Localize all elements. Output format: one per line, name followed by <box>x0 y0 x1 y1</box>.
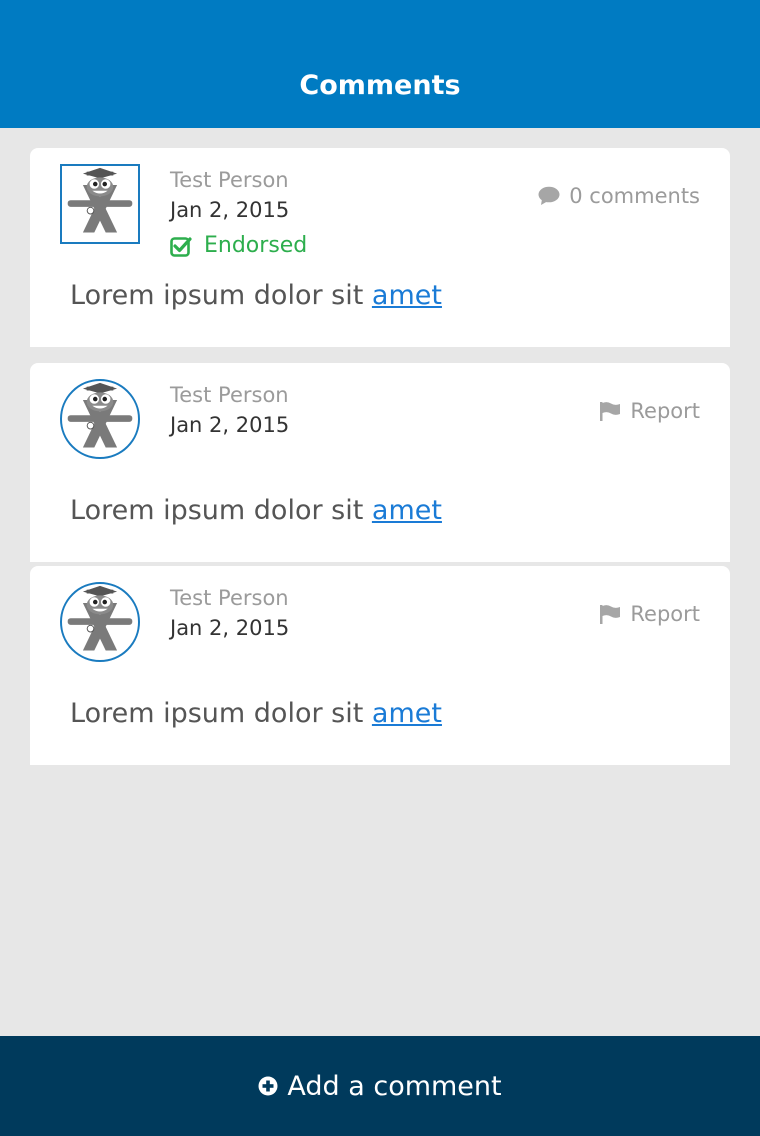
comments-count-link[interactable]: 0 comments <box>538 184 700 208</box>
comment-body-text: Lorem ipsum dolor sit <box>70 280 372 311</box>
comment-body-text: Lorem ipsum dolor sit <box>70 495 372 526</box>
add-comment-label: Add a comment <box>287 1070 502 1102</box>
avatar[interactable] <box>60 379 140 459</box>
flag-icon <box>600 402 621 421</box>
flag-icon <box>600 605 621 624</box>
speech-bubble-icon <box>538 186 560 205</box>
comment-body: Lorem ipsum dolor sit amet <box>70 698 442 729</box>
comment-date: Jan 2, 2015 <box>170 198 290 222</box>
endorsed-label: Endorsed <box>204 233 308 258</box>
mascot-avatar-icon <box>67 167 133 233</box>
avatar[interactable] <box>60 164 140 244</box>
comment-body-text: Lorem ipsum dolor sit <box>70 698 372 729</box>
comment-date: Jan 2, 2015 <box>170 413 290 437</box>
comments-count-label: 0 comments <box>569 184 700 208</box>
comment-card: Test Person Jan 2, 2015 Report Lorem ips… <box>30 363 730 562</box>
comment-body-link[interactable]: amet <box>372 495 442 526</box>
comment-card: Test Person Jan 2, 2015 Endorsed 0 comme… <box>30 148 730 347</box>
page-title: Comments <box>299 70 461 101</box>
comment-author[interactable]: Test Person <box>170 168 289 192</box>
endorsed-badge: Endorsed <box>170 233 307 258</box>
app-header: Comments <box>0 0 760 128</box>
report-button[interactable]: Report <box>599 399 700 423</box>
comment-author[interactable]: Test Person <box>170 586 289 610</box>
add-comment-button[interactable]: Add a comment <box>0 1036 760 1136</box>
mascot-avatar-icon <box>67 382 133 448</box>
comment-date: Jan 2, 2015 <box>170 616 290 640</box>
report-label: Report <box>630 602 700 626</box>
comment-body: Lorem ipsum dolor sit amet <box>70 495 442 526</box>
comment-card: Test Person Jan 2, 2015 Report Lorem ips… <box>30 566 730 765</box>
comment-body-link[interactable]: amet <box>372 280 442 311</box>
mascot-avatar-icon <box>67 585 133 651</box>
comment-author[interactable]: Test Person <box>170 383 289 407</box>
plus-circle-icon <box>258 1076 278 1096</box>
comment-body: Lorem ipsum dolor sit amet <box>70 280 442 311</box>
report-button[interactable]: Report <box>599 602 700 626</box>
comment-body-link[interactable]: amet <box>372 698 442 729</box>
report-label: Report <box>630 399 700 423</box>
checkbox-checked-icon <box>170 236 192 257</box>
avatar[interactable] <box>60 582 140 662</box>
